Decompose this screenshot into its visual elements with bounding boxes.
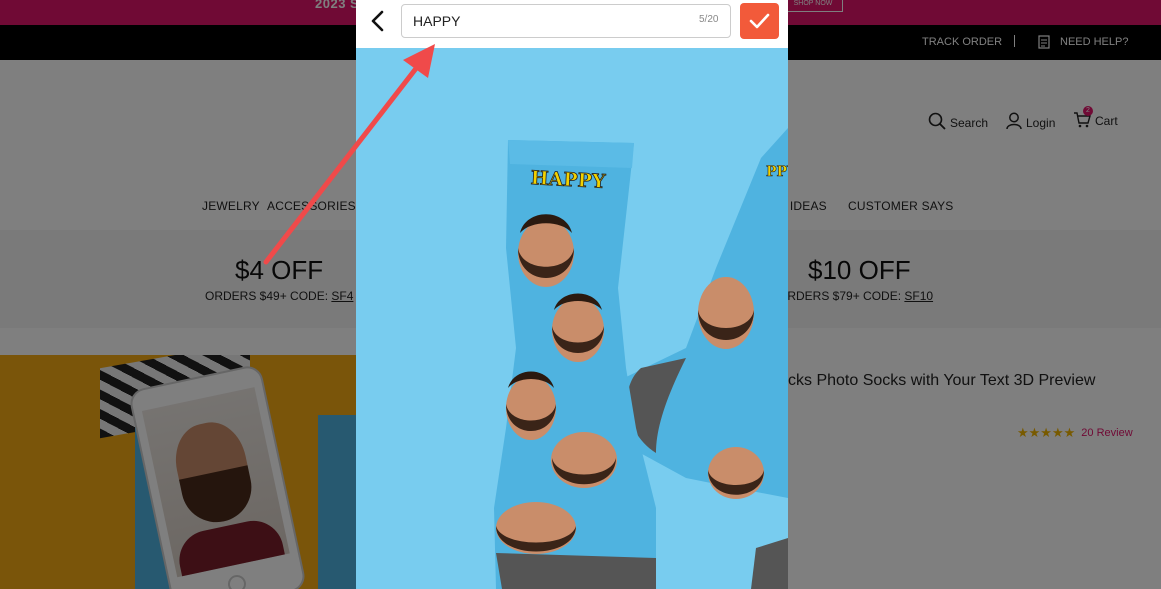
face-photo: [506, 371, 556, 440]
char-count: 5/20: [699, 14, 719, 25]
face-photo: [708, 447, 764, 499]
left-sock-toe: [496, 553, 656, 589]
face-photo: [496, 502, 576, 554]
face-photo: [552, 293, 604, 362]
custom-text-input[interactable]: [401, 4, 731, 38]
check-icon: [749, 13, 770, 29]
face-photo: [551, 432, 617, 488]
confirm-button[interactable]: [740, 3, 779, 39]
sock-3d-preview[interactable]: HAPPY PPY: [356, 48, 788, 589]
right-sock-toe: [751, 538, 788, 589]
modal-toolbar: 5/20: [356, 0, 788, 48]
left-sock-cuff: [508, 140, 634, 168]
sock-text: HAPPY: [530, 167, 606, 193]
sock-text-right: PPY: [766, 164, 788, 180]
text-editor-modal: 5/20: [356, 0, 788, 589]
face-photo: [518, 214, 574, 287]
sock-preview-canvas: HAPPY PPY: [494, 128, 788, 589]
face-photo: [698, 277, 754, 349]
back-arrow-icon[interactable]: [366, 8, 390, 36]
